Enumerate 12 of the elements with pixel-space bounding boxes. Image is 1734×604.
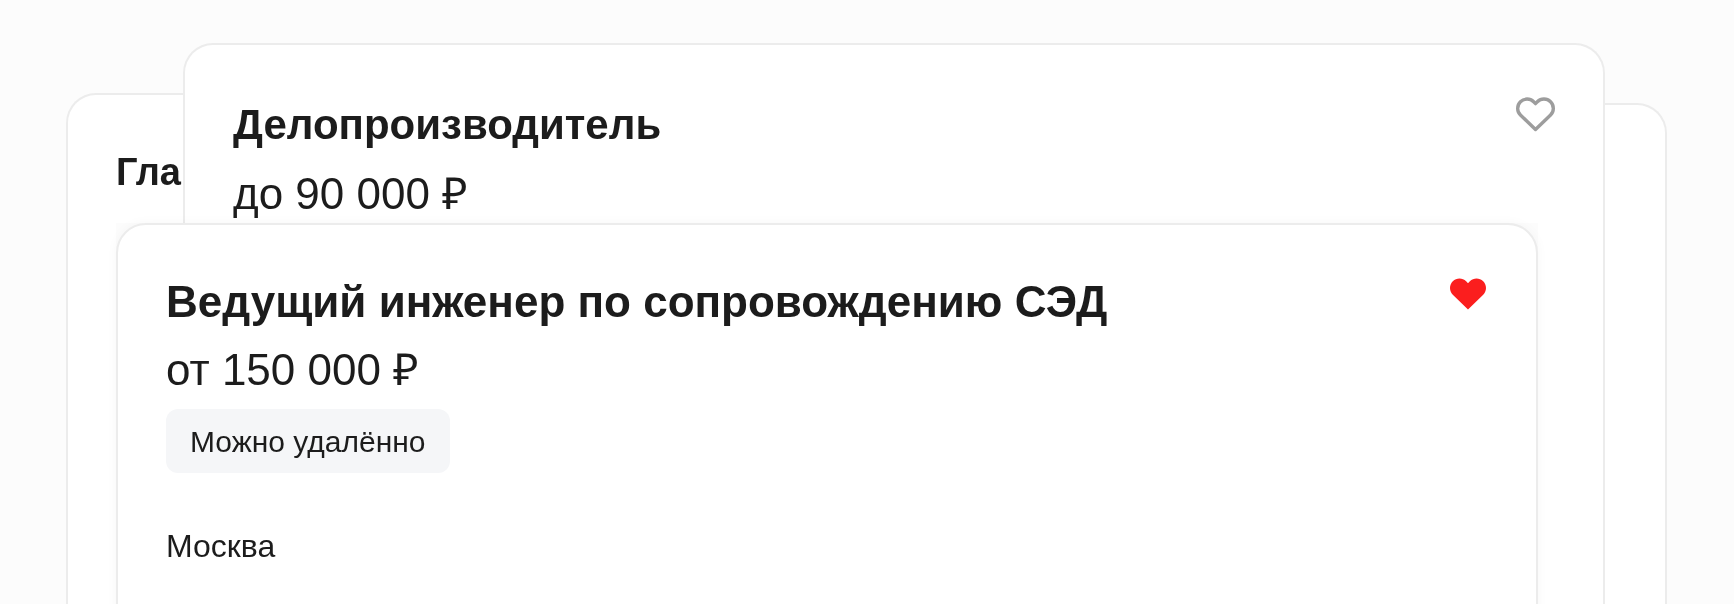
vacancy-card[interactable]: Гла <box>66 93 183 223</box>
salary-text: от 150 000 ₽ <box>166 348 420 392</box>
vacancy-card[interactable]: Делопроизводитель до 90 000 ₽ <box>183 43 1605 223</box>
job-title: Гла <box>116 153 181 191</box>
vacancy-card[interactable]: Ведущий инженер по сопровождению СЭД от 150 000 ₽ Можно удалённо Москва <box>116 223 1538 604</box>
salary-text: до 90 000 ₽ <box>233 172 469 216</box>
job-title: Делопроизводитель <box>233 104 662 146</box>
job-title: Ведущий инженер по сопровождению СЭД <box>166 280 1108 324</box>
work-format-tag: Можно удалённо <box>166 409 450 473</box>
heart-icon[interactable] <box>1516 97 1555 132</box>
heart-icon[interactable] <box>1450 278 1486 310</box>
city-text: Москва <box>166 530 276 562</box>
